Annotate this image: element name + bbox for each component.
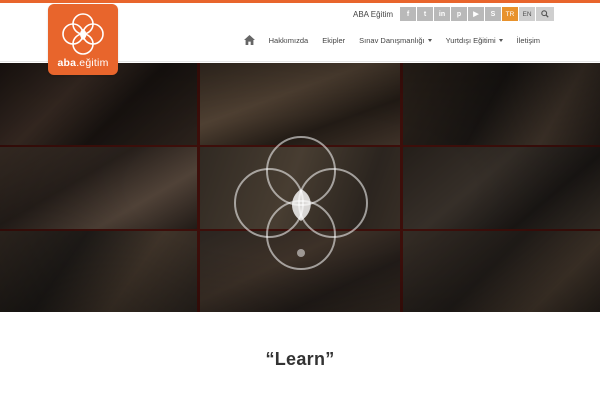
hero-banner <box>0 63 600 312</box>
company-link[interactable]: ABA Eğitim <box>353 10 393 19</box>
home-icon[interactable] <box>243 35 255 45</box>
twitter-icon[interactable]: t <box>417 7 433 21</box>
main-navigation: Hakkımızda Ekipler Sınav Danışmanlığı Yu… <box>243 30 540 50</box>
nav-item-label: Hakkımızda <box>268 35 309 45</box>
youtube-icon[interactable]: ▶ <box>468 7 484 21</box>
brand-logo[interactable]: aba.eğitim <box>48 4 118 75</box>
nav-item-label: Sınav Danışmanlığı <box>359 35 425 45</box>
pinterest-icon[interactable]: p <box>451 7 467 21</box>
section-title: “Learn” <box>265 349 335 369</box>
nav-item-teams[interactable]: Ekipler <box>322 36 345 45</box>
nav-item-contact[interactable]: İletişim <box>517 36 540 45</box>
nav-item-exam-consulting[interactable]: Sınav Danışmanlığı <box>359 35 432 45</box>
nav-item-about[interactable]: Hakkımızda <box>269 36 309 45</box>
nav-item-label: Yurtdışı Eğitimi <box>445 35 496 45</box>
flower-logo-icon <box>62 13 104 55</box>
nav-item-label: Ekipler <box>322 35 346 45</box>
logo-wordmark: aba.eğitim <box>57 57 109 69</box>
flower-of-life-logo-icon <box>234 136 368 270</box>
chevron-down-icon <box>498 38 503 42</box>
search-icon[interactable] <box>536 7 554 21</box>
language-tr-button[interactable]: TR <box>502 7 518 21</box>
skype-icon[interactable]: S <box>485 7 501 21</box>
chevron-down-icon <box>427 38 432 42</box>
nav-item-label: İletişim <box>516 35 540 45</box>
linkedin-icon[interactable]: in <box>434 7 450 21</box>
language-en-button[interactable]: EN <box>519 7 535 21</box>
utility-bar: ABA Eğitim f t in p ▶ S TR EN <box>353 6 554 22</box>
nav-item-study-abroad[interactable]: Yurtdışı Eğitimi <box>446 36 503 45</box>
facebook-icon[interactable]: f <box>400 7 416 21</box>
